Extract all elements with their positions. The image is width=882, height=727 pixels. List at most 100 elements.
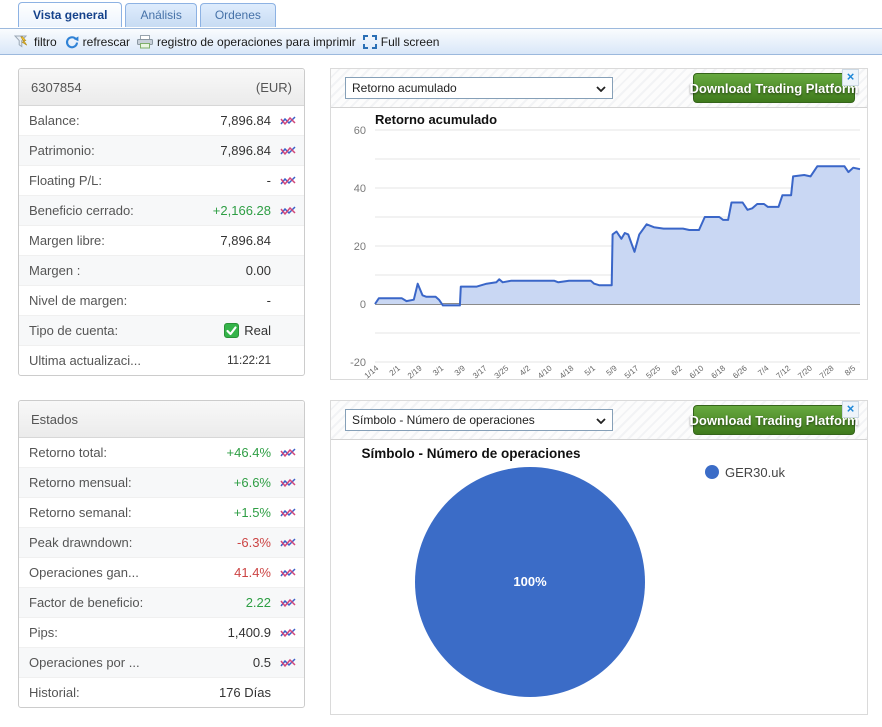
filter-label: filtro (34, 35, 57, 49)
mini-chart-icon[interactable] (279, 477, 296, 489)
row-label: Retorno mensual: (29, 475, 234, 490)
row-label: Balance: (29, 113, 220, 128)
row-value: - (267, 293, 271, 308)
svg-text:3/17: 3/17 (471, 363, 489, 380)
real-account-check-icon (224, 323, 239, 338)
download-platform-label: Download Trading Platform (690, 413, 859, 428)
refresh-label: refrescar (83, 35, 130, 49)
svg-text:60: 60 (354, 125, 366, 137)
svg-text:7/4: 7/4 (756, 363, 771, 377)
row-label: Beneficio cerrado: (29, 203, 213, 218)
row-value: 41.4% (234, 565, 271, 580)
svg-text:5/1: 5/1 (583, 363, 598, 377)
row-value: 1,400.9 (228, 625, 271, 640)
mini-chart-icon[interactable] (279, 507, 296, 519)
filter-button[interactable]: filtro (14, 35, 57, 49)
table-row-ultima-actualizaci: Ultima actualizaci...11:22:21 (19, 346, 304, 375)
mini-chart-icon[interactable] (279, 115, 296, 127)
row-value: +2,166.28 (213, 203, 271, 218)
row-label: Patrimonio: (29, 143, 220, 158)
legend-label: GER30.uk (725, 465, 785, 480)
svg-text:7/12: 7/12 (775, 363, 793, 380)
mini-chart-icon[interactable] (279, 657, 296, 669)
download-platform-label: Download Trading Platform (690, 81, 859, 96)
ad-close-icon[interactable]: × (842, 401, 859, 418)
account-id: 6307854 (31, 80, 82, 95)
svg-text:3/9: 3/9 (453, 363, 468, 377)
mini-chart-icon[interactable] (279, 627, 296, 639)
legend-dot (705, 465, 719, 479)
mini-chart-icon[interactable] (279, 597, 296, 609)
printer-icon (137, 35, 153, 49)
table-row-pips: Pips:1,400.9 (19, 618, 304, 648)
chevron-down-icon (596, 81, 606, 95)
table-row-beneficio-cerrado: Beneficio cerrado:+2,166.28 (19, 196, 304, 226)
table-row-margen-libre: Margen libre:7,896.84 (19, 226, 304, 256)
tab-bar: Vista generalAnálisisOrdenes (18, 2, 276, 27)
mini-chart-icon[interactable] (279, 537, 296, 549)
chart-type-select[interactable]: Retorno acumulado (345, 77, 613, 99)
pie-type-select[interactable]: Símbolo - Número de operaciones (345, 409, 613, 431)
svg-text:4/18: 4/18 (558, 363, 576, 380)
mini-chart-icon[interactable] (279, 145, 296, 157)
row-label: Operaciones gan... (29, 565, 234, 580)
line-chart-panel-header: Retorno acumulado Download Trading Platf… (331, 69, 867, 108)
table-row-retorno-semanal: Retorno semanal:+1.5% (19, 498, 304, 528)
row-label: Operaciones por ... (29, 655, 253, 670)
svg-text:Retorno acumulado: Retorno acumulado (375, 112, 497, 127)
svg-text:4/10: 4/10 (536, 363, 554, 380)
stats-card: Estados Retorno total:+46.4%Retorno mens… (18, 400, 305, 708)
row-label: Historial: (29, 685, 219, 700)
table-row-patrimonio: Patrimonio:7,896.84 (19, 136, 304, 166)
download-platform-button[interactable]: Download Trading Platform × (693, 73, 855, 103)
fullscreen-label: Full screen (381, 35, 440, 49)
toolbar: filtro refrescar registro de operaciones… (0, 28, 882, 55)
row-value: - (267, 173, 271, 188)
symbol-trades-pie-chart: 100%Símbolo - Número de operacionesGER30… (331, 440, 867, 715)
table-row-peak-drawndown: Peak drawndown:-6.3% (19, 528, 304, 558)
refresh-button[interactable]: refrescar (64, 35, 130, 49)
svg-text:7/20: 7/20 (796, 363, 814, 380)
mini-chart-icon[interactable] (279, 205, 296, 217)
svg-text:20: 20 (354, 241, 366, 253)
account-card: 6307854 (EUR) Balance:7,896.84Patrimonio… (18, 68, 305, 376)
line-chart-panel: Retorno acumulado Download Trading Platf… (330, 68, 868, 380)
row-label: Retorno semanal: (29, 505, 234, 520)
tab-vista-general[interactable]: Vista general (18, 2, 122, 27)
fullscreen-button[interactable]: Full screen (363, 35, 440, 49)
print-report-button[interactable]: registro de operaciones para imprimir (137, 35, 356, 49)
tab-an-lisis[interactable]: Análisis (125, 3, 196, 27)
row-value: -6.3% (237, 535, 271, 550)
svg-text:Símbolo - Número de operacione: Símbolo - Número de operaciones (361, 446, 580, 461)
row-value: 0.00 (246, 263, 271, 278)
download-platform-button[interactable]: Download Trading Platform × (693, 405, 855, 435)
table-row-nivel-de-margen: Nivel de margen:- (19, 286, 304, 316)
row-value: Real (224, 323, 271, 338)
svg-text:5/25: 5/25 (644, 363, 662, 380)
refresh-icon (64, 35, 79, 49)
table-row-operaciones-por: Operaciones por ...0.5 (19, 648, 304, 678)
table-row-retorno-mensual: Retorno mensual:+6.6% (19, 468, 304, 498)
svg-text:4/2: 4/2 (518, 363, 533, 377)
mini-chart-icon[interactable] (279, 567, 296, 579)
svg-text:3/25: 3/25 (493, 363, 511, 380)
row-label: Tipo de cuenta: (29, 323, 224, 338)
row-label: Peak drawndown: (29, 535, 237, 550)
svg-text:0: 0 (360, 299, 366, 311)
table-row-retorno-total: Retorno total:+46.4% (19, 438, 304, 468)
ad-close-icon[interactable]: × (842, 69, 859, 86)
row-label: Retorno total: (29, 445, 227, 460)
svg-text:5/17: 5/17 (623, 363, 641, 380)
svg-text:3/1: 3/1 (431, 363, 446, 377)
svg-text:6/18: 6/18 (709, 363, 727, 380)
mini-chart-icon[interactable] (279, 447, 296, 459)
table-row-floating-p-l: Floating P/L:- (19, 166, 304, 196)
mini-chart-icon[interactable] (279, 175, 296, 187)
tab-ordenes[interactable]: Ordenes (200, 3, 276, 27)
row-value: +46.4% (227, 445, 271, 460)
row-value: 11:22:21 (227, 355, 271, 367)
row-value: 7,896.84 (220, 143, 271, 158)
svg-text:40: 40 (354, 183, 366, 195)
table-row-operaciones-gan: Operaciones gan...41.4% (19, 558, 304, 588)
row-label: Pips: (29, 625, 228, 640)
